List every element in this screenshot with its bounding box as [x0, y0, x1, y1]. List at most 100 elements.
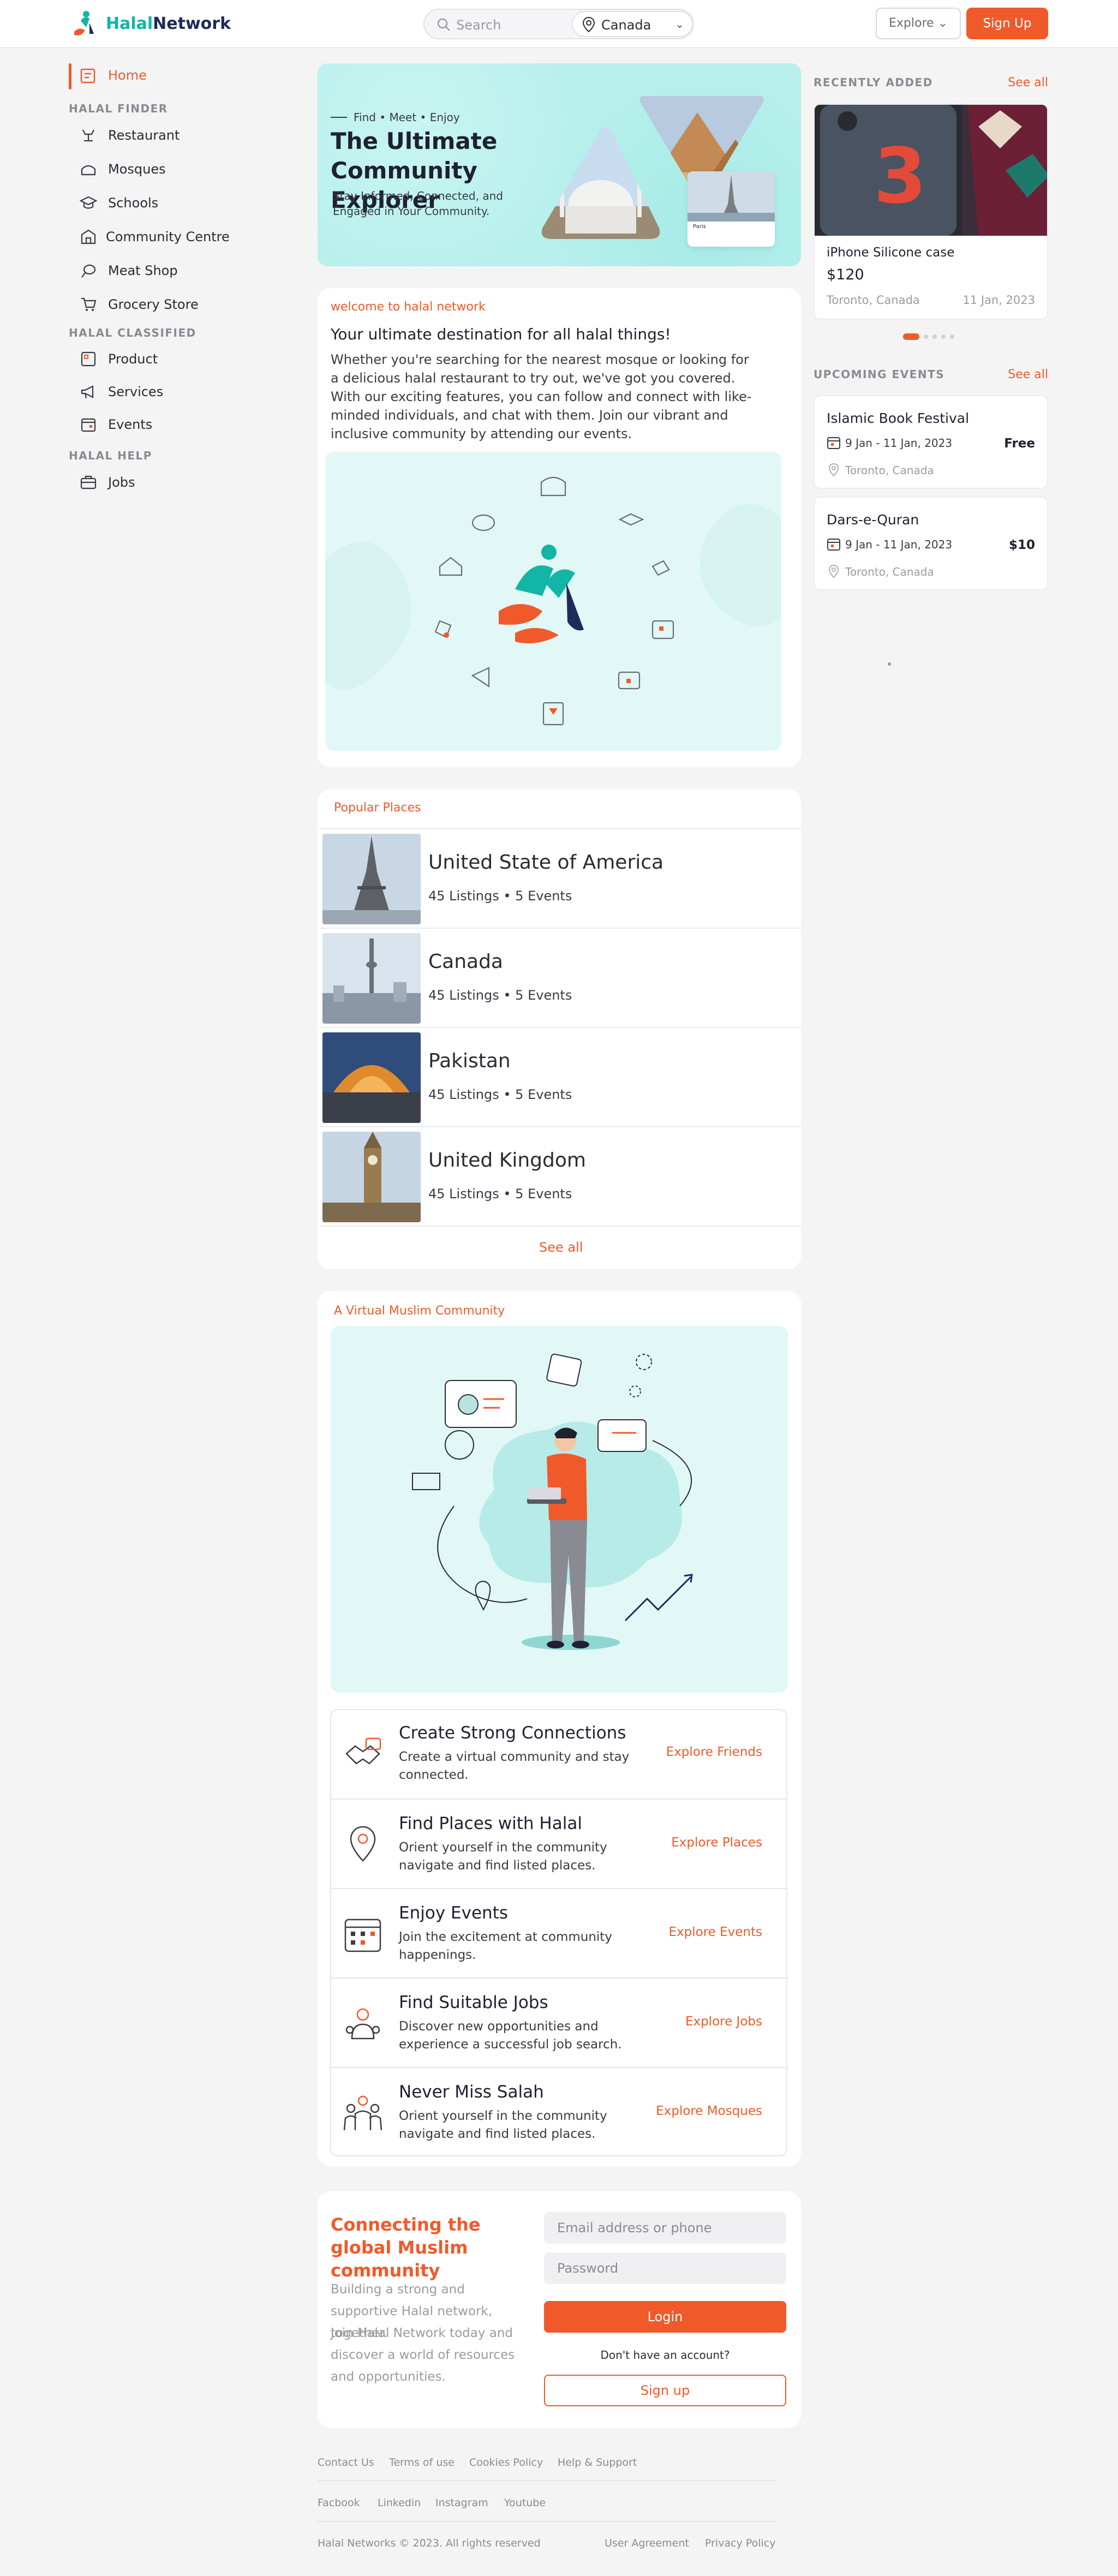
sidebar-item-events[interactable]: Events [108, 414, 152, 435]
megaphone-icon [80, 383, 97, 401]
login-button[interactable]: Login [544, 2301, 786, 2333]
location-pin-icon [828, 463, 839, 477]
search-input[interactable]: Search [456, 17, 501, 33]
footer-linkedin-link[interactable]: Linkedin [378, 2497, 421, 2509]
place-name: Pakistan [428, 1050, 511, 1072]
place-row-uk[interactable]: United Kingdom 45 Listings • 5 Events [319, 1126, 800, 1226]
feature-desc: Orient yourself in the community navigat… [399, 1840, 607, 1873]
footer-cookies-link[interactable]: Cookies Policy [469, 2457, 543, 2469]
pakistan-place-image [322, 1032, 421, 1123]
sidebar-active-indicator [69, 63, 71, 89]
halal-network-logo-large [499, 545, 584, 644]
carousel-dot[interactable] [941, 334, 946, 339]
sidebar-item-home[interactable]: Home [108, 64, 147, 86]
event-card[interactable]: Dars-e-Quran 9 Jan - 11 Jan, 2023 $10 To… [814, 497, 1048, 590]
loading-dot [888, 662, 891, 666]
event-title: Dars-e-Quran [827, 512, 919, 528]
feature-row-salah[interactable]: Never Miss Salah Orient yourself in the … [330, 2067, 787, 2156]
feature-title: Enjoy Events [399, 1903, 508, 1923]
welcome-label: welcome to halal network [331, 300, 486, 314]
feature-title: Find Places with Halal [399, 1814, 582, 1833]
explore-friends-link[interactable]: Explore Friends [666, 1745, 762, 1759]
explore-button[interactable]: Explore ⌄ [876, 8, 961, 39]
sidebar: Home HALAL FINDER Restaurant Mosques Sch… [0, 48, 306, 517]
feature-title: Create Strong Connections [399, 1723, 626, 1743]
place-name: United State of America [428, 851, 664, 874]
product-icon [80, 350, 97, 368]
sidebar-item-mosques[interactable]: Mosques [108, 158, 166, 180]
recently-added-see-all[interactable]: See all [1008, 76, 1048, 89]
explore-mosques-link[interactable]: Explore Mosques [656, 2104, 762, 2118]
home-icon [80, 68, 95, 83]
event-dates: 9 Jan - 11 Jan, 2023 [845, 538, 953, 551]
no-account-text: Don't have an account? [600, 2348, 730, 2362]
sidebar-item-jobs[interactable]: Jobs [108, 471, 135, 493]
sidebar-item-meat-shop[interactable]: Meat Shop [108, 260, 178, 282]
place-name: United Kingdom [428, 1149, 586, 1172]
login-signup-button[interactable]: Sign up [544, 2375, 786, 2406]
logo-wordmark[interactable]: HalalNetwork [106, 14, 231, 33]
location-select[interactable]: Canada ⌄ [572, 11, 693, 37]
uk-place-image [322, 1132, 421, 1222]
footer-contact-link[interactable]: Contact Us [318, 2457, 374, 2469]
footer-divider-2 [318, 2521, 776, 2522]
sidebar-item-grocery-store[interactable]: Grocery Store [108, 294, 199, 315]
feature-row-events[interactable]: Enjoy Events Join the excitement at comm… [330, 1888, 787, 1977]
carousel-dot[interactable] [932, 334, 937, 339]
footer-privacy-link[interactable]: Privacy Policy [705, 2537, 775, 2549]
welcome-card: welcome to halal network Your ultimate d… [318, 288, 801, 767]
carousel-dot[interactable] [924, 334, 928, 339]
footer-terms-link[interactable]: Terms of use [389, 2457, 455, 2469]
place-row-canada[interactable]: Canada 45 Listings • 5 Events [319, 928, 800, 1027]
feature-row-places[interactable]: Find Places with Halal Orient yourself i… [330, 1798, 787, 1888]
map-pin-icon [582, 16, 595, 33]
feature-desc: Orient yourself in the community navigat… [399, 2109, 607, 2141]
place-row-pakistan[interactable]: Pakistan 45 Listings • 5 Events [319, 1027, 800, 1126]
popular-places-label: Popular Places [334, 801, 421, 815]
feature-row-connections[interactable]: Create Strong Connections Create a virtu… [330, 1709, 787, 1798]
feature-desc: Join the excitement at community happeni… [399, 1930, 612, 1962]
recent-item-card[interactable]: 3 iPhone Silicone case $120 Toronto, Can… [814, 104, 1048, 320]
restaurant-icon [80, 127, 97, 144]
upcoming-events-see-all[interactable]: See all [1008, 368, 1048, 381]
explore-events-link[interactable]: Explore Events [669, 1925, 763, 1939]
school-icon [79, 194, 98, 212]
email-field[interactable]: Email address or phone [544, 2212, 786, 2244]
mosque-icon [80, 160, 97, 178]
feature-desc: Create a virtual community and stay conn… [399, 1750, 630, 1782]
feature-row-jobs[interactable]: Find Suitable Jobs Discover new opportun… [330, 1977, 787, 2067]
place-row-usa[interactable]: United State of America 45 Listings • 5 … [319, 828, 800, 928]
recent-item-location: Toronto, Canada [827, 294, 920, 307]
event-card[interactable]: Islamic Book Festival 9 Jan - 11 Jan, 20… [814, 395, 1048, 489]
cart-icon [80, 296, 97, 313]
footer-youtube-link[interactable]: Youtube [504, 2497, 546, 2509]
password-field[interactable]: Password [544, 2252, 786, 2284]
header-signup-button[interactable]: Sign Up [966, 8, 1048, 39]
hero-tagline: Find • Meet • Enjoy [354, 111, 460, 124]
footer-help-link[interactable]: Help & Support [558, 2457, 637, 2469]
explore-jobs-link[interactable]: Explore Jobs [685, 2015, 762, 2029]
calendar-icon [342, 1913, 384, 1955]
briefcase-icon [80, 474, 97, 491]
virtual-community-label: A Virtual Muslim Community [334, 1304, 505, 1318]
carousel-dot[interactable] [950, 334, 954, 339]
place-meta: 45 Listings • 5 Events [428, 1186, 572, 1202]
sidebar-item-schools[interactable]: Schools [108, 192, 158, 214]
explore-places-link[interactable]: Explore Places [671, 1836, 762, 1850]
logo-icon[interactable] [68, 8, 101, 40]
sidebar-item-community-centre[interactable]: Community Centre [106, 226, 230, 248]
footer-instagram-link[interactable]: Instagram [435, 2497, 488, 2509]
popular-see-all-link[interactable]: See all [539, 1240, 583, 1255]
sidebar-item-restaurant[interactable]: Restaurant [108, 124, 180, 146]
footer-user-agreement-link[interactable]: User Agreement [605, 2537, 689, 2549]
sidebar-item-product[interactable]: Product [108, 348, 158, 370]
carousel-dots[interactable] [903, 333, 963, 340]
recent-item-date: 11 Jan, 2023 [962, 294, 1035, 307]
footer-facebook-link[interactable]: Facbook [318, 2497, 360, 2509]
carousel-dot-active[interactable] [903, 333, 919, 340]
sidebar-heading-classified: HALAL CLASSIFIED [69, 326, 196, 339]
welcome-heading: Your ultimate destination for all halal … [331, 325, 671, 343]
search-bar[interactable]: Search Canada ⌄ [423, 9, 694, 39]
sidebar-item-services[interactable]: Services [108, 381, 163, 403]
place-meta: 45 Listings • 5 Events [428, 888, 572, 904]
